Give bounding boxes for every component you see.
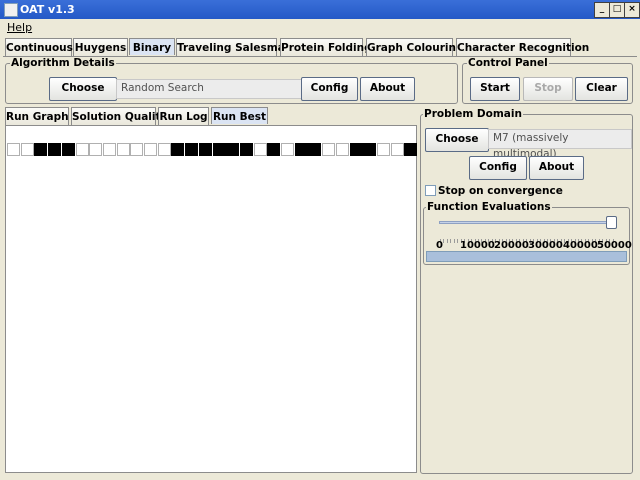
window-title: OAT v1.3 <box>20 3 75 16</box>
bit-cell <box>171 143 185 156</box>
bit-cell <box>390 143 404 156</box>
bit-cell <box>226 143 240 156</box>
slider-tick <box>446 239 448 243</box>
bit-cell <box>281 143 294 156</box>
bit-cell <box>185 143 199 156</box>
bit-cell <box>294 143 308 156</box>
algorithm-details-title: Algorithm Details <box>10 57 116 69</box>
bit-cell <box>253 143 267 156</box>
tick-label-40000: 40000 <box>563 240 598 251</box>
algorithm-choose-button[interactable]: Choose <box>49 77 117 101</box>
evaluations-slider-thumb[interactable] <box>606 216 617 229</box>
tab-solution-quality[interactable]: Solution Quality <box>71 107 167 126</box>
bit-cell <box>7 143 20 156</box>
bit-cell <box>239 143 253 156</box>
bit-cell <box>34 143 48 156</box>
tick-label-10000: 10000 <box>460 240 495 251</box>
slider-tick <box>443 239 445 243</box>
start-button[interactable]: Start <box>470 77 520 101</box>
bit-cell <box>212 143 226 156</box>
tab-huygens[interactable]: Huygens <box>73 38 128 57</box>
tab-traveling-salesman[interactable]: Traveling Salesman <box>176 38 292 57</box>
run-best-canvas <box>5 125 418 473</box>
bit-cell <box>322 143 336 156</box>
title-bar: OAT v1.3 _ □ × <box>0 0 640 19</box>
tick-label-0: 0 <box>436 240 443 251</box>
menu-help[interactable]: Help <box>7 21 32 34</box>
bit-cell <box>130 143 144 156</box>
bit-cell <box>61 143 75 156</box>
stop-on-convergence-label: Stop on convergence <box>438 185 563 197</box>
bit-cell <box>157 143 171 156</box>
stop-on-convergence-checkbox[interactable] <box>425 185 436 196</box>
evaluations-slider-track[interactable] <box>439 221 616 224</box>
problem-field: M7 (massively multimodal) <box>488 129 632 160</box>
bit-cell <box>404 143 418 156</box>
slider-tick <box>453 239 455 243</box>
bit-cell <box>363 143 377 156</box>
algorithm-about-button[interactable]: About <box>360 77 415 101</box>
bit-cell <box>308 143 322 156</box>
tab-continuous[interactable]: Continuous <box>5 38 73 57</box>
bit-cell <box>48 143 62 156</box>
problem-domain-title: Problem Domain <box>423 108 523 120</box>
minimize-icon[interactable]: _ <box>594 2 610 18</box>
bit-cell <box>75 143 89 156</box>
close-icon[interactable]: × <box>624 2 640 18</box>
algorithm-field: Random Search <box>116 79 302 99</box>
maximize-icon[interactable]: □ <box>609 2 625 18</box>
tick-label-50000: 50000 <box>597 240 632 251</box>
tab-run-graph[interactable]: Run Graph <box>5 107 69 126</box>
bit-cell <box>144 143 157 156</box>
bit-cell <box>198 143 212 156</box>
problem-config-button[interactable]: Config <box>469 156 527 180</box>
algorithm-config-button[interactable]: Config <box>301 77 358 101</box>
bit-cell <box>20 143 34 156</box>
menu-bar: Help <box>0 19 640 36</box>
tab-protein-folding[interactable]: Protein Folding <box>280 38 372 57</box>
bit-cell <box>116 143 130 156</box>
bit-cell <box>335 143 349 156</box>
control-panel-title: Control Panel <box>467 57 549 69</box>
tab-graph-colouring[interactable]: Graph Colouring <box>366 38 464 57</box>
tick-label-20000: 20000 <box>494 240 529 251</box>
bit-cell <box>267 143 281 156</box>
bit-cell <box>89 143 103 156</box>
slider-tick <box>457 239 459 243</box>
function-evaluations-title: Function Evaluations <box>426 201 552 213</box>
tab-run-log[interactable]: Run Log <box>158 107 209 126</box>
tick-label-30000: 30000 <box>528 240 563 251</box>
tab-character-recognition[interactable]: Character Recognition <box>456 38 589 57</box>
bit-cell <box>376 143 390 156</box>
problem-choose-button[interactable]: Choose <box>425 128 489 152</box>
bit-cell <box>102 143 116 156</box>
tab-binary[interactable]: Binary <box>129 38 175 55</box>
app-icon <box>4 3 18 17</box>
tab-run-best[interactable]: Run Best <box>211 107 268 124</box>
clear-button[interactable]: Clear <box>575 77 628 101</box>
stop-button: Stop <box>523 77 573 101</box>
bit-cell <box>349 143 363 156</box>
slider-tick <box>450 239 452 243</box>
evaluations-progress-bar <box>426 251 627 262</box>
problem-about-button[interactable]: About <box>529 156 584 180</box>
